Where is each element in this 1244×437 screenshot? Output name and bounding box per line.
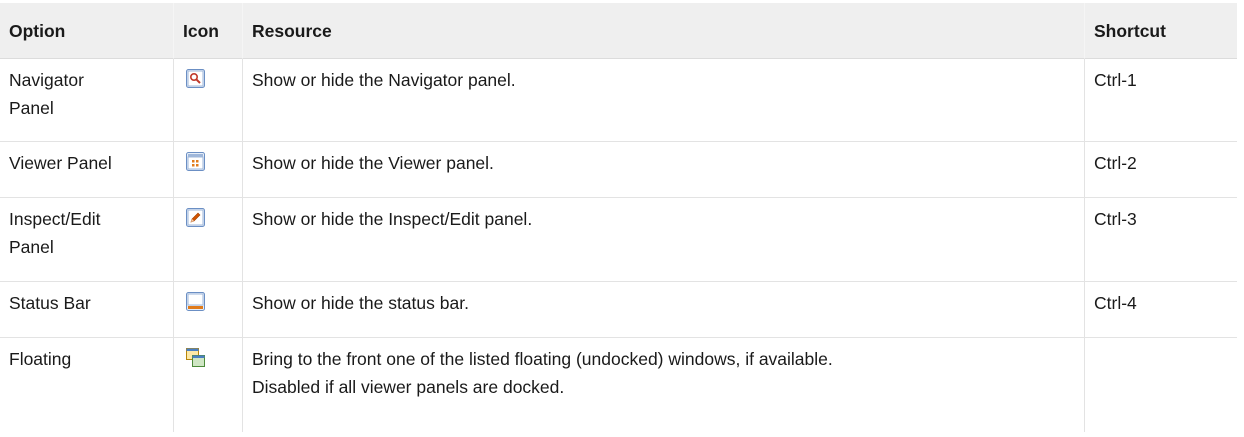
- resource-cell: Show or hide the Navigator panel.: [242, 59, 1084, 142]
- option-cell: Viewer Panel: [0, 142, 173, 198]
- resource-text-cont: Disabled if all viewer panels are docked…: [252, 377, 565, 397]
- header-icon: Icon: [173, 3, 242, 59]
- shortcut-cell: [1084, 338, 1237, 432]
- resource-text: Show or hide the Inspect/Edit panel.: [252, 209, 533, 229]
- navigator-panel-icon: [186, 69, 205, 88]
- option-label: Inspect/Edit: [9, 209, 101, 229]
- option-label: Navigator: [9, 70, 84, 90]
- resource-text: Bring to the front one of the listed flo…: [252, 349, 833, 369]
- resource-cell: Bring to the front one of the listed flo…: [242, 338, 1084, 432]
- option-cell: Navigator Panel: [0, 59, 173, 142]
- resource-text: Show or hide the Viewer panel.: [252, 153, 494, 173]
- header-resource: Resource: [242, 3, 1084, 59]
- viewer-panel-icon: [186, 152, 205, 171]
- option-label: Status Bar: [9, 293, 91, 313]
- inspect-edit-panel-icon: [186, 208, 205, 227]
- icon-cell: [173, 282, 242, 338]
- icon-cell: [173, 198, 242, 282]
- option-cell: Status Bar: [0, 282, 173, 338]
- header-shortcut: Shortcut: [1084, 3, 1237, 59]
- option-label-cont: Panel: [9, 237, 54, 257]
- floating-windows-icon: [186, 348, 205, 367]
- shortcut-cell: Ctrl-4: [1084, 282, 1237, 338]
- resource-text: Show or hide the status bar.: [252, 293, 469, 313]
- option-cell: Floating: [0, 338, 173, 432]
- icon-cell: [173, 59, 242, 142]
- resource-text: Show or hide the Navigator panel.: [252, 70, 516, 90]
- status-bar-icon: [186, 292, 205, 311]
- option-label-cont: Panel: [9, 98, 54, 118]
- resource-cell: Show or hide the Inspect/Edit panel.: [242, 198, 1084, 282]
- shortcut-cell: Ctrl-2: [1084, 142, 1237, 198]
- header-option: Option: [0, 3, 173, 59]
- shortcut-cell: Ctrl-3: [1084, 198, 1237, 282]
- options-table: Option Icon Resource Shortcut Navigator …: [0, 3, 1237, 432]
- option-cell: Inspect/Edit Panel: [0, 198, 173, 282]
- shortcut-cell: Ctrl-1: [1084, 59, 1237, 142]
- icon-cell: [173, 338, 242, 432]
- option-label: Viewer Panel: [9, 153, 112, 173]
- icon-cell: [173, 142, 242, 198]
- option-label: Floating: [9, 349, 72, 369]
- resource-cell: Show or hide the status bar.: [242, 282, 1084, 338]
- resource-cell: Show or hide the Viewer panel.: [242, 142, 1084, 198]
